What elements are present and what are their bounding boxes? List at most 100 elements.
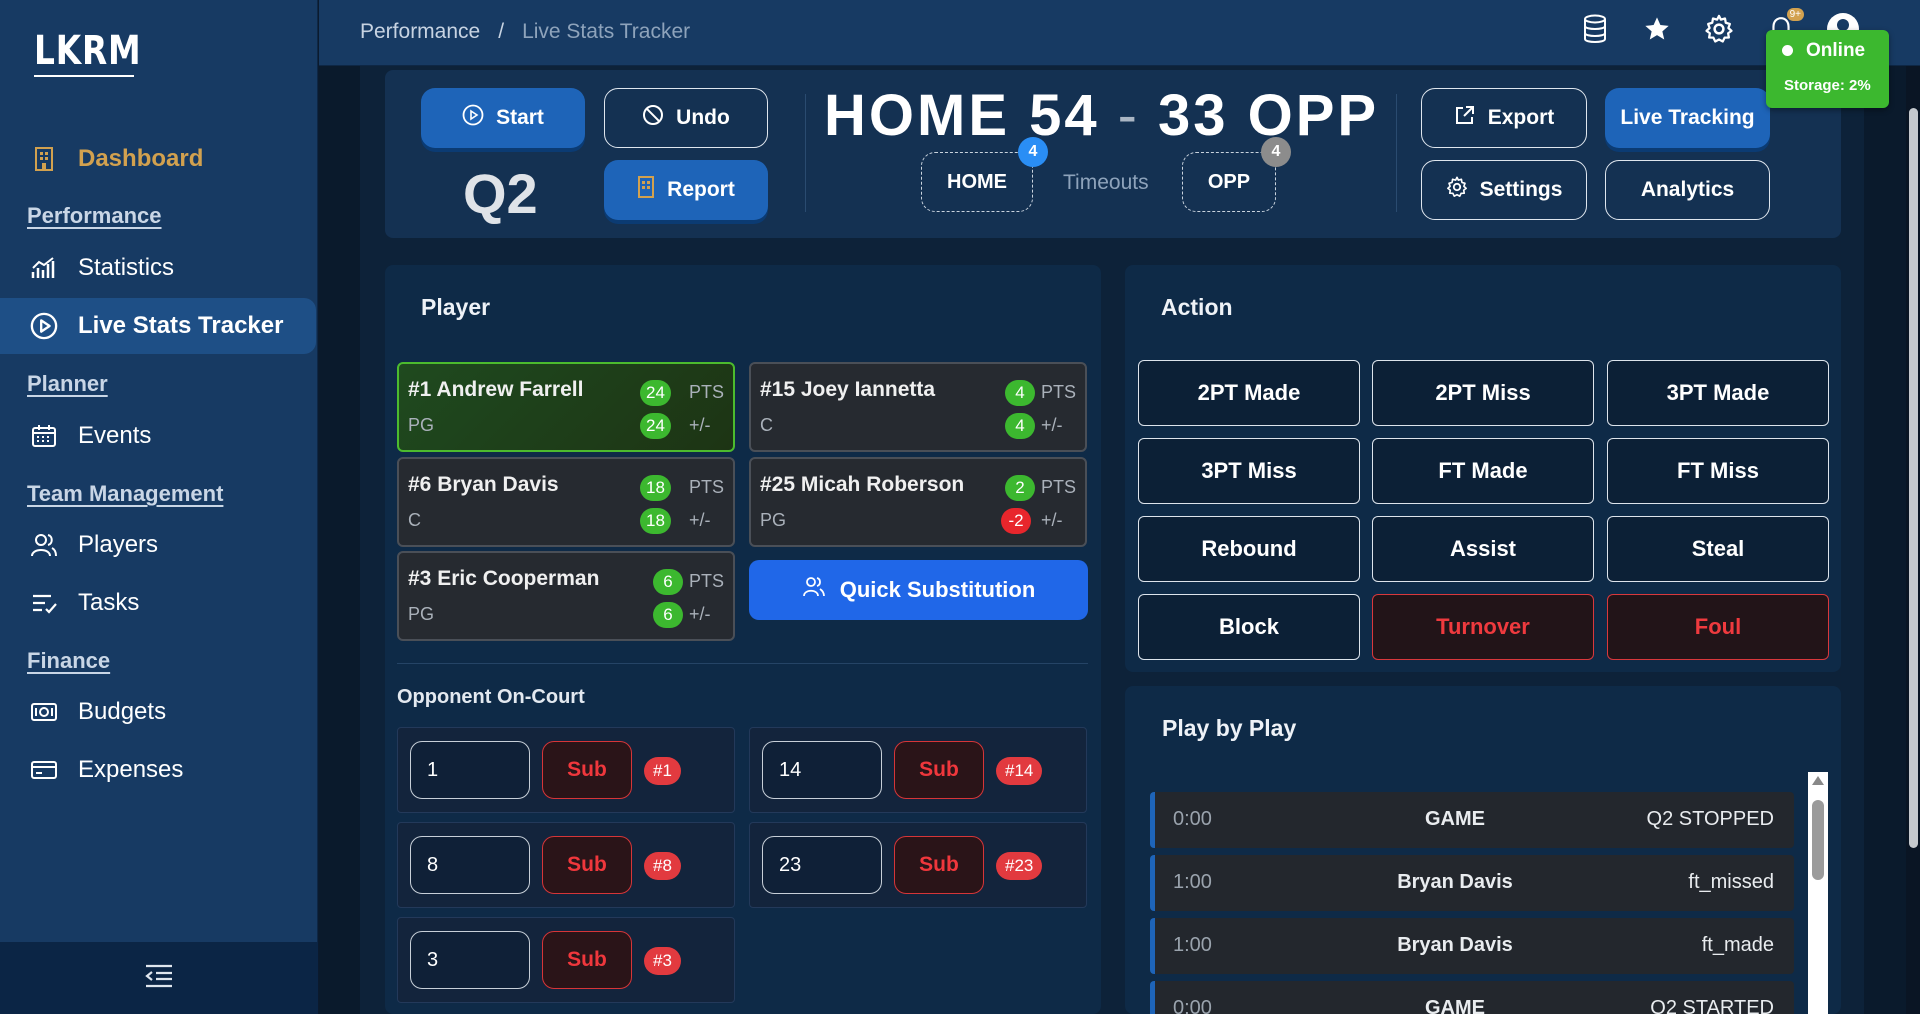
action-foul-button[interactable]: Foul	[1607, 594, 1829, 660]
action-block-button[interactable]: Block	[1138, 594, 1360, 660]
play-by-play-row: 1:00 Bryan Davis ft_made	[1150, 918, 1794, 974]
action-3pt-miss-button[interactable]: 3PT Miss	[1138, 438, 1360, 504]
sidebar-item-budgets[interactable]: Budgets	[0, 684, 318, 740]
opp-timeout-button[interactable]: OPP 4	[1182, 137, 1291, 212]
player-card[interactable]: #25 Micah Roberson PG 2 PTS -2 +/-	[749, 457, 1087, 547]
report-button[interactable]: Report	[604, 160, 768, 220]
event-type: ft_made	[1701, 934, 1774, 956]
player-position: PG	[760, 510, 787, 530]
sub-button[interactable]: Sub	[542, 931, 632, 989]
opponent-number-input[interactable]: 23	[762, 836, 882, 894]
sidebar-item-label: Dashboard	[78, 145, 204, 172]
action-steal-button[interactable]: Steal	[1607, 516, 1829, 582]
star-icon[interactable]	[1640, 12, 1674, 46]
gear-icon	[1446, 176, 1468, 204]
breadcrumb-separator: /	[498, 20, 505, 43]
opponent-number-input[interactable]: 3	[410, 931, 530, 989]
sub-button[interactable]: Sub	[542, 741, 632, 799]
home-score-label: HOME	[824, 83, 1010, 148]
player-card[interactable]: #6 Bryan Davis C 18 PTS 18 +/-	[397, 457, 735, 547]
plus-minus-label: +/-	[1041, 510, 1063, 530]
sub-button[interactable]: Sub	[894, 741, 984, 799]
sidebar-item-dashboard[interactable]: Dashboard	[0, 131, 318, 187]
settings-button[interactable]: Settings	[1421, 160, 1587, 220]
collapse-menu-icon	[144, 963, 174, 994]
sub-button[interactable]: Sub	[894, 836, 984, 894]
home-timeout-label: HOME	[947, 170, 1007, 193]
export-button[interactable]: Export	[1421, 88, 1587, 148]
sidebar-item-statistics[interactable]: Statistics	[0, 240, 318, 296]
player-position: C	[408, 510, 421, 530]
opponent-number-input[interactable]: 14	[762, 741, 882, 799]
action-2pt-miss-button[interactable]: 2PT Miss	[1372, 360, 1594, 426]
sidebar-collapse-button[interactable]	[0, 942, 318, 1014]
notification-badge: 9+	[1786, 8, 1804, 21]
pts-label: PTS	[689, 382, 725, 402]
analytics-button[interactable]: Analytics	[1605, 160, 1770, 220]
pts-label: PTS	[1041, 477, 1077, 497]
opponent-number-input[interactable]: 1	[410, 741, 530, 799]
player-plus-minus: -2	[1001, 508, 1031, 534]
player-card[interactable]: #3 Eric Cooperman PG 6 PTS 6 +/-	[397, 551, 735, 641]
action-turnover-button[interactable]: Turnover	[1372, 594, 1594, 660]
player-points: 18	[640, 475, 671, 501]
opponent-number-input[interactable]: 8	[410, 836, 530, 894]
sidebar-item-expenses[interactable]: Expenses	[0, 742, 318, 798]
play-icon	[462, 104, 484, 132]
action-2pt-made-button[interactable]: 2PT Made	[1138, 360, 1360, 426]
plus-minus-label: +/-	[689, 604, 711, 624]
section-team-management[interactable]: Team Management	[27, 481, 223, 507]
sidebar: LKRM Dashboard Performance Statistics Li…	[0, 0, 318, 1014]
action-ft-miss-button[interactable]: FT Miss	[1607, 438, 1829, 504]
storage-label: Storage: 2%	[1784, 77, 1871, 94]
section-performance[interactable]: Performance	[27, 203, 162, 229]
opponent-on-court-title: Opponent On-Court	[397, 686, 585, 708]
sidebar-item-players[interactable]: Players	[0, 517, 318, 573]
analytics-label: Analytics	[1640, 178, 1735, 201]
action-assist-button[interactable]: Assist	[1372, 516, 1594, 582]
sub-button[interactable]: Sub	[542, 836, 632, 894]
sidebar-item-label: Tasks	[78, 589, 140, 616]
player-name: #3 Eric Cooperman	[408, 567, 600, 590]
page-scrollbar-thumb[interactable]	[1909, 108, 1918, 848]
plus-minus-label: +/-	[689, 510, 711, 530]
player-card[interactable]: #1 Andrew Farrell PG 24 PTS 24 +/-	[397, 362, 735, 452]
section-planner[interactable]: Planner	[27, 371, 108, 397]
action-3pt-made-button[interactable]: 3PT Made	[1607, 360, 1829, 426]
plus-minus-label: +/-	[689, 415, 711, 435]
database-icon[interactable]	[1578, 12, 1612, 46]
undo-button[interactable]: Undo	[604, 88, 768, 148]
home-timeout-button[interactable]: HOME 4	[921, 137, 1048, 212]
action-rebound-button[interactable]: Rebound	[1138, 516, 1360, 582]
action-ft-made-button[interactable]: FT Made	[1372, 438, 1594, 504]
sidebar-item-tasks[interactable]: Tasks	[0, 575, 318, 631]
play-by-play-scrollbar[interactable]	[1808, 772, 1828, 1014]
sidebar-item-live-stats-tracker[interactable]: Live Stats Tracker	[0, 298, 316, 354]
quarter-indicator: Q2	[463, 162, 538, 225]
live-tracking-button[interactable]: Live Tracking	[1605, 88, 1770, 148]
scrollbar-thumb[interactable]	[1812, 800, 1824, 880]
section-finance[interactable]: Finance	[27, 648, 110, 674]
opponent-slot: 14 Sub #14	[749, 727, 1087, 813]
logo-underline	[34, 75, 134, 77]
opponent-slot: 23 Sub #23	[749, 822, 1087, 908]
chart-icon	[30, 254, 58, 282]
start-button[interactable]: Start	[421, 88, 585, 148]
quick-substitution-button[interactable]: Quick Substitution	[749, 560, 1088, 620]
divider	[397, 663, 1088, 664]
users-icon	[802, 576, 826, 604]
scroll-up-arrow-icon[interactable]	[1812, 776, 1824, 785]
player-panel-title: Player	[421, 294, 491, 320]
opponent-number-badge: #23	[996, 852, 1043, 880]
player-name: #15 Joey Iannetta	[760, 378, 936, 401]
credit-card-icon	[30, 756, 58, 784]
player-name: #1 Andrew Farrell	[408, 378, 584, 401]
gear-icon[interactable]	[1702, 12, 1736, 46]
sidebar-item-events[interactable]: Events	[0, 408, 318, 464]
player-card[interactable]: #15 Joey Iannetta C 4 PTS 4 +/-	[749, 362, 1087, 452]
connection-status-popup: Online Storage: 2%	[1766, 30, 1889, 108]
opponent-slot: 1 Sub #1	[397, 727, 735, 813]
breadcrumb-parent[interactable]: Performance	[360, 20, 480, 43]
play-by-play-list: 0:00 GAME Q2 STOPPED 1:00 Bryan Davis ft…	[1150, 772, 1794, 1014]
app-logo[interactable]: LKRM	[34, 28, 141, 74]
